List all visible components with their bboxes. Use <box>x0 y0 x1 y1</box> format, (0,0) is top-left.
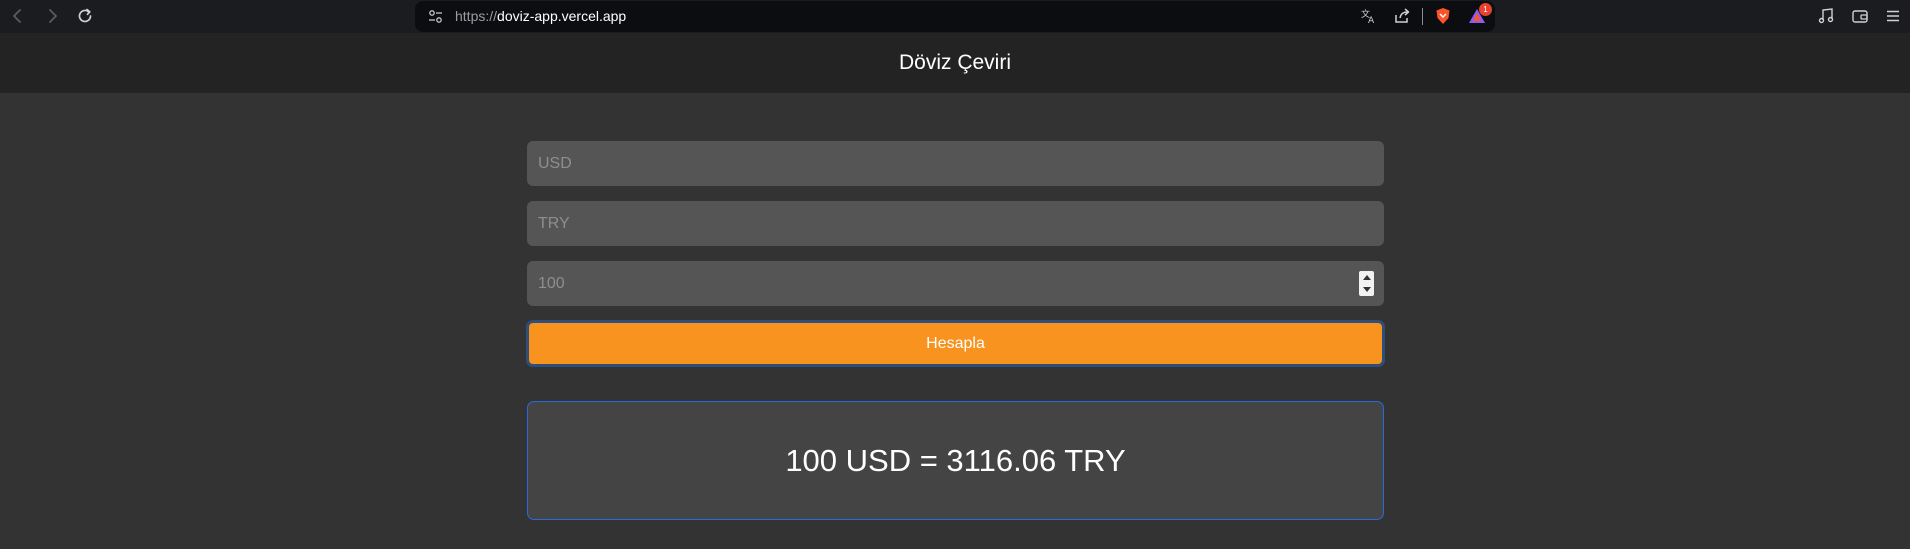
url-text: https://doviz-app.vercel.app <box>455 8 626 24</box>
toolbar-divider <box>1422 8 1423 25</box>
reload-icon[interactable] <box>73 4 97 28</box>
menu-icon[interactable] <box>1883 6 1903 26</box>
share-icon[interactable] <box>1392 6 1412 26</box>
amount-field[interactable] <box>527 261 1384 306</box>
url-host: doviz-app.vercel.app <box>497 8 627 24</box>
stepper-up-icon[interactable] <box>1362 274 1371 280</box>
from-currency-input[interactable] <box>527 141 1384 186</box>
app-header: Döviz Çeviri <box>0 33 1910 93</box>
result-text: 100 USD = 3116.06 TRY <box>785 442 1126 478</box>
notification-badge: 1 <box>1479 3 1492 16</box>
translate-icon[interactable]: 文A <box>1359 6 1379 26</box>
site-settings-icon[interactable] <box>427 8 444 25</box>
svg-text:A: A <box>1368 16 1375 25</box>
to-currency-field[interactable] <box>527 201 1384 246</box>
stepper-down-icon[interactable] <box>1362 287 1371 293</box>
to-currency-input[interactable] <box>527 201 1384 246</box>
media-icon[interactable] <box>1816 6 1836 26</box>
forward-icon[interactable] <box>40 4 64 28</box>
wallet-icon[interactable] <box>1850 6 1870 26</box>
result-box: 100 USD = 3116.06 TRY <box>527 401 1384 520</box>
page-title: Döviz Çeviri <box>898 51 1011 74</box>
amount-input[interactable] <box>527 261 1384 306</box>
calculate-button[interactable]: Hesapla <box>526 320 1385 367</box>
amount-stepper[interactable] <box>1359 271 1374 296</box>
url-scheme: https:// <box>455 8 498 24</box>
brave-rewards-icon[interactable]: 1 <box>1467 3 1492 26</box>
from-currency-field[interactable] <box>527 141 1384 186</box>
address-bar[interactable]: https://doviz-app.vercel.app <box>415 1 1495 32</box>
back-icon[interactable] <box>6 4 30 28</box>
brave-shields-icon[interactable] <box>1433 6 1453 26</box>
browser-toolbar: https://doviz-app.vercel.app 文A 1 <box>0 0 1910 33</box>
